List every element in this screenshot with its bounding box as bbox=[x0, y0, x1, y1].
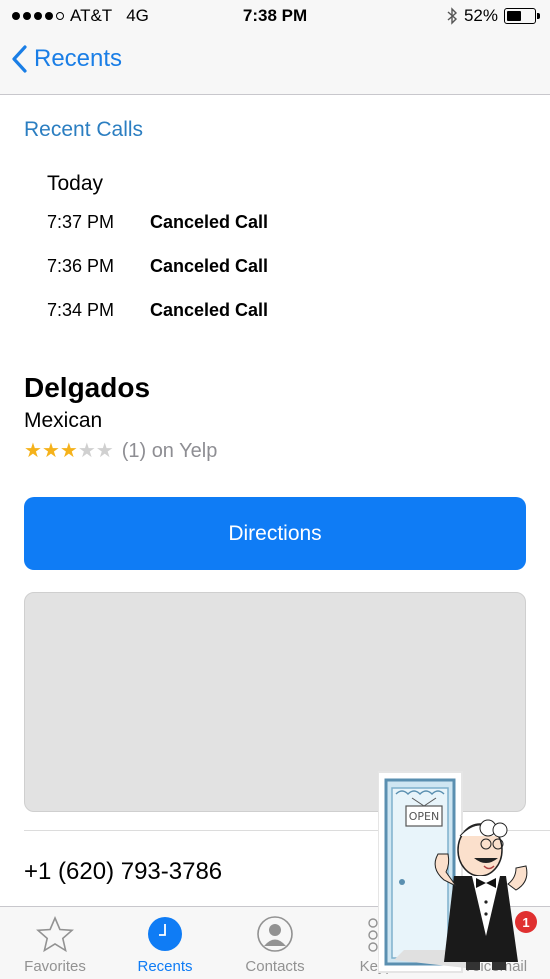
call-time: 7:34 PM bbox=[47, 300, 115, 320]
navigation-bar: Recents bbox=[0, 34, 550, 95]
person-icon bbox=[257, 916, 293, 952]
star-icon bbox=[36, 915, 74, 953]
waiter-open-door-sticker: OPEN 1 bbox=[378, 771, 537, 973]
open-sign-text: OPEN bbox=[409, 810, 439, 823]
call-row: 7:37 PM Canceled Call bbox=[47, 212, 268, 233]
back-button-label: Recents bbox=[34, 45, 123, 72]
clock-icon bbox=[148, 917, 182, 951]
directions-button[interactable]: Directions bbox=[24, 497, 526, 570]
rating-star-icon: ★ bbox=[77, 440, 96, 462]
tab-label: Favorites bbox=[24, 958, 86, 975]
back-button[interactable]: Recents bbox=[10, 44, 122, 74]
rating-text: (1) on Yelp bbox=[121, 440, 218, 462]
recent-calls-title: Recent Calls bbox=[24, 118, 144, 141]
tab-contacts[interactable]: Contacts bbox=[220, 907, 330, 979]
tab-label: Contacts bbox=[245, 958, 305, 975]
phone-number[interactable]: +1 (620) 793-3786 bbox=[24, 858, 222, 886]
call-status: Canceled Call bbox=[150, 300, 269, 320]
status-right: 52% bbox=[446, 6, 540, 26]
call-status: Canceled Call bbox=[150, 256, 269, 276]
call-row: 7:36 PM Canceled Call bbox=[47, 256, 268, 277]
call-status: Canceled Call bbox=[150, 212, 269, 232]
business-category: Mexican bbox=[24, 409, 103, 432]
battery-icon bbox=[504, 8, 540, 24]
call-time: 7:37 PM bbox=[47, 212, 115, 232]
tab-favorites[interactable]: Favorites bbox=[0, 907, 110, 979]
call-time: 7:36 PM bbox=[47, 256, 115, 276]
tab-recents[interactable]: Recents bbox=[110, 907, 220, 979]
battery-percent: 52% bbox=[463, 6, 498, 25]
rating-star-icon: ★ bbox=[95, 440, 114, 462]
bluetooth-icon bbox=[447, 7, 457, 25]
rating-star-icon: ★ bbox=[24, 440, 42, 462]
business-name: Delgados bbox=[24, 372, 151, 403]
rating-stars: ★★★★★ bbox=[24, 440, 114, 463]
rating-star-icon: ★ bbox=[59, 440, 78, 462]
status-bar: AT&T 4G 7:38 PM 52% bbox=[0, 0, 550, 34]
call-row: 7:34 PM Canceled Call bbox=[47, 300, 268, 321]
yelp-rating[interactable]: ★★★★★ (1) on Yelp bbox=[24, 440, 217, 463]
rating-star-icon: ★ bbox=[41, 440, 60, 462]
tab-label: Recents bbox=[137, 958, 193, 975]
voicemail-badge: 1 bbox=[522, 915, 529, 930]
recent-calls-day: Today bbox=[47, 172, 104, 195]
chevron-left-icon bbox=[12, 45, 27, 73]
directions-button-label: Directions bbox=[228, 521, 322, 545]
